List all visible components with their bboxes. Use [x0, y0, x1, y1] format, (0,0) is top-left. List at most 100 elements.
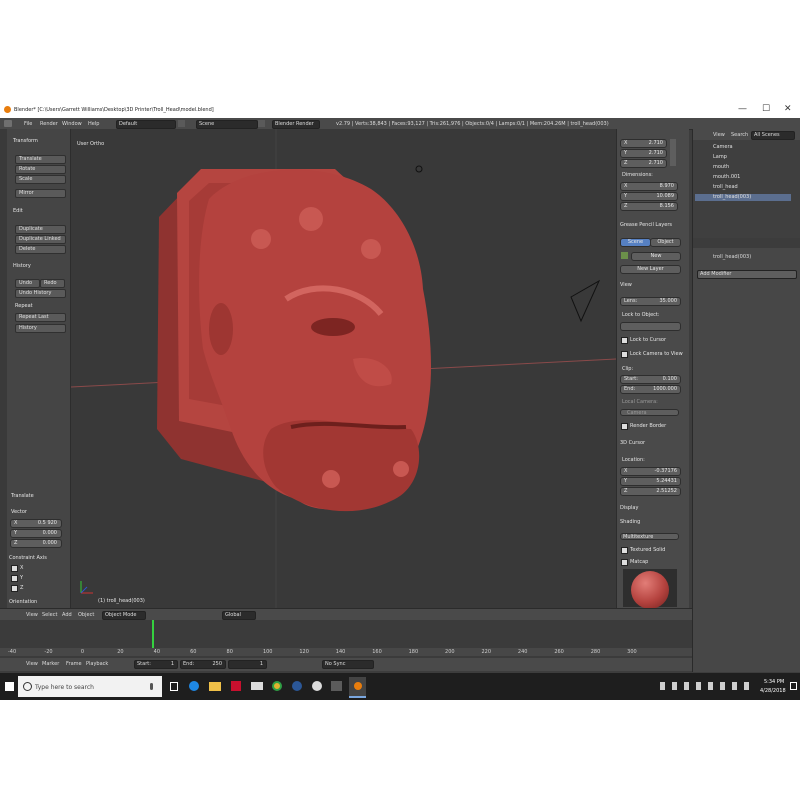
- display-header[interactable]: Display: [620, 505, 638, 511]
- edge-icon[interactable]: [189, 681, 199, 691]
- menu-render[interactable]: Render: [40, 121, 58, 127]
- outliner-display-mode[interactable]: All Scenes: [751, 131, 795, 140]
- view-header[interactable]: View: [620, 282, 632, 288]
- menu-window[interactable]: Window: [62, 121, 82, 127]
- layout-close-icon[interactable]: [178, 120, 185, 127]
- dimension-z-field[interactable]: Z 8.156: [620, 202, 678, 211]
- transform-orientation-select[interactable]: Global: [222, 611, 256, 620]
- scale-button[interactable]: Scale: [15, 175, 66, 184]
- outliner-search-menu[interactable]: Search: [731, 132, 748, 138]
- timeline-playback-menu[interactable]: Playback: [86, 661, 108, 667]
- undo-button[interactable]: Undo: [15, 279, 40, 288]
- matcap-preview[interactable]: [623, 569, 677, 609]
- dimension-x-field[interactable]: X 8.970: [620, 182, 678, 191]
- vector-y-field[interactable]: Y 0.000: [10, 529, 62, 538]
- duplicate-linked-button[interactable]: Duplicate Linked: [15, 235, 66, 244]
- maximize-button[interactable]: ☐: [762, 104, 770, 114]
- mail-icon[interactable]: [251, 682, 263, 690]
- grease-pencil-header[interactable]: Grease Pencil Layers: [620, 222, 672, 228]
- app-icon[interactable]: [292, 681, 302, 691]
- vector-z-field[interactable]: Z 0.000: [10, 539, 62, 548]
- troll-head-model[interactable]: [71, 129, 616, 608]
- undo-history-button[interactable]: Undo History: [15, 289, 66, 298]
- cursor-y-field[interactable]: Y 5.24431: [620, 477, 681, 486]
- repeat-last-button[interactable]: Repeat Last: [15, 313, 66, 322]
- edit-panel-header[interactable]: Edit: [13, 208, 23, 214]
- shading-mode-select[interactable]: Multitexture: [620, 533, 679, 540]
- view3d-view-menu[interactable]: View: [26, 612, 38, 618]
- render-engine-select[interactable]: Blender Render: [272, 120, 320, 129]
- grease-object-button[interactable]: Object: [650, 238, 681, 247]
- scale-y-field[interactable]: Y 2.710: [620, 149, 667, 158]
- file-explorer-icon[interactable]: [209, 682, 221, 691]
- menu-help[interactable]: Help: [88, 121, 99, 127]
- clip-start-field[interactable]: Start: 0.100: [620, 375, 681, 384]
- outliner-row-mouth[interactable]: mouth: [695, 164, 791, 171]
- dimension-y-field[interactable]: Y 10.089: [620, 192, 678, 201]
- photos-icon[interactable]: [331, 681, 342, 691]
- view3d-object-menu[interactable]: Object: [78, 612, 94, 618]
- operator-panel-header[interactable]: Translate: [11, 493, 34, 499]
- timeline-view-menu[interactable]: View: [26, 661, 38, 667]
- object-mode-select[interactable]: Object Mode: [102, 611, 146, 620]
- translate-button[interactable]: Translate: [15, 155, 66, 164]
- app-icon-2[interactable]: [312, 681, 322, 691]
- add-modifier-button[interactable]: Add Modifier: [697, 270, 797, 279]
- lock-object-field[interactable]: [620, 322, 681, 331]
- outliner-row-troll-head[interactable]: troll_head: [695, 184, 791, 191]
- transform-panel-header[interactable]: Transform: [13, 138, 38, 144]
- scale-x-field[interactable]: X 2.710: [620, 139, 667, 148]
- minimize-button[interactable]: —: [738, 104, 747, 114]
- view3d-add-menu[interactable]: Add: [62, 612, 72, 618]
- close-button[interactable]: ✕: [784, 104, 792, 114]
- scale-z-field[interactable]: Z 2.710: [620, 159, 667, 168]
- outliner-row-lamp[interactable]: Lamp: [695, 154, 791, 161]
- constraint-y-checkbox[interactable]: [11, 575, 18, 582]
- 3d-cursor-header[interactable]: 3D Cursor: [620, 440, 645, 446]
- lens-field[interactable]: Lens: 35.000: [620, 297, 681, 306]
- grease-new-button[interactable]: New: [631, 252, 681, 261]
- scale-lock-icon[interactable]: [670, 139, 676, 166]
- outliner-view-menu[interactable]: View: [713, 132, 725, 138]
- vector-x-field[interactable]: X 0.5 920: [10, 519, 62, 528]
- render-border-checkbox[interactable]: [621, 423, 628, 430]
- cursor-x-field[interactable]: X -0.37176: [620, 467, 681, 476]
- 3d-viewport[interactable]: User Ortho (1) troll_head(003): [71, 129, 616, 608]
- current-frame-field[interactable]: 1: [228, 660, 267, 669]
- store-icon[interactable]: [231, 681, 241, 691]
- outliner-row-camera[interactable]: Camera: [695, 144, 791, 151]
- clock-time[interactable]: 5:34 PM: [764, 679, 784, 685]
- task-view-icon[interactable]: [170, 682, 178, 691]
- shading-header[interactable]: Shading: [620, 519, 640, 525]
- mirror-button[interactable]: Mirror: [15, 189, 66, 198]
- notification-icon[interactable]: [790, 682, 797, 690]
- redo-button[interactable]: Redo: [40, 279, 65, 288]
- lock-camera-checkbox[interactable]: [621, 351, 628, 358]
- microphone-icon[interactable]: [150, 683, 153, 690]
- chrome-icon[interactable]: [272, 681, 282, 691]
- sync-mode-select[interactable]: No Sync: [322, 660, 374, 669]
- lock-to-cursor-checkbox[interactable]: [621, 337, 628, 344]
- new-layer-button[interactable]: New Layer: [620, 265, 681, 274]
- properties-tabs[interactable]: [693, 238, 800, 248]
- windows-start-icon[interactable]: [5, 682, 14, 691]
- end-frame-field[interactable]: End: 250: [180, 660, 226, 669]
- local-camera-field[interactable]: Camera: [620, 409, 679, 416]
- cursor-z-field[interactable]: Z 2.51252: [620, 487, 681, 496]
- clock-date[interactable]: 4/28/2018: [760, 688, 786, 694]
- textured-solid-checkbox[interactable]: [621, 547, 628, 554]
- timeline-marker-menu[interactable]: Marker: [42, 661, 59, 667]
- layout-select[interactable]: Default: [116, 120, 176, 129]
- outliner-row-troll-head-003[interactable]: troll_head(003): [695, 194, 791, 201]
- menu-file[interactable]: File: [24, 121, 32, 127]
- matcap-checkbox[interactable]: [621, 559, 628, 566]
- constraint-z-checkbox[interactable]: [11, 585, 18, 592]
- delete-button[interactable]: Delete: [15, 245, 66, 254]
- scene-select[interactable]: Scene: [196, 120, 258, 129]
- view3d-select-menu[interactable]: Select: [42, 612, 57, 618]
- duplicate-button[interactable]: Duplicate: [15, 225, 66, 234]
- history-button[interactable]: History: [15, 324, 66, 333]
- history-panel-header[interactable]: History: [13, 263, 31, 269]
- taskbar-search[interactable]: Type here to search: [18, 676, 162, 697]
- scene-close-icon[interactable]: [258, 120, 265, 127]
